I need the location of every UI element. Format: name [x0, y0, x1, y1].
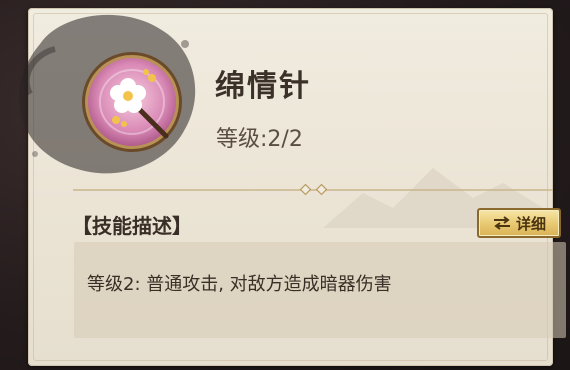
- game-screen: 绵情针 等级:2/2 【技能描述】 详细 等级2: 普通攻击, 对敌方造成暗器伤…: [0, 0, 570, 370]
- description-box: 等级2: 普通攻击, 对敌方造成暗器伤害: [74, 242, 566, 338]
- skill-level: 等级:2/2: [216, 127, 303, 152]
- detail-button[interactable]: 详细: [477, 208, 561, 238]
- description-text: 等级2: 普通攻击, 对敌方造成暗器伤害: [87, 274, 392, 295]
- skill-name: 绵情针: [215, 69, 311, 104]
- detail-button-label: 详细: [515, 214, 546, 233]
- section-title: 【技能描述】: [72, 214, 192, 238]
- ornament-divider: [73, 184, 553, 196]
- skill-detail-card: 绵情针 等级:2/2 【技能描述】 详细 等级2: 普通攻击, 对敌方造成暗器伤…: [19, 8, 566, 366]
- plum-blossom-needle-icon: [82, 52, 182, 152]
- swap-arrows-icon: [493, 216, 510, 230]
